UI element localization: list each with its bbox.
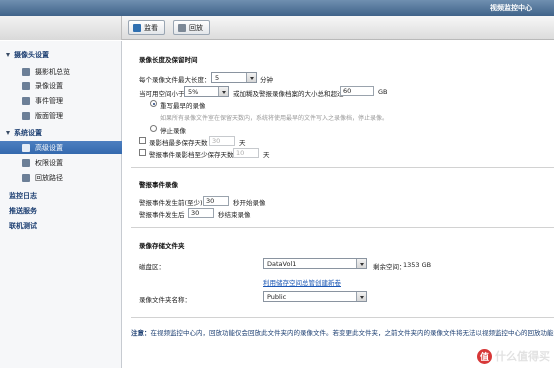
keep-days-label: 录影档最多保存天数 <box>149 139 208 147</box>
sidebar-item-label: 回放路径 <box>35 173 63 182</box>
wrench-icon <box>22 143 30 152</box>
site-watermark: 值 什么值得买 <box>477 348 550 364</box>
sidebar-item-label: 事件管理 <box>35 96 63 105</box>
disk-select[interactable]: DataVol1 <box>263 258 367 269</box>
sidebar-group-system[interactable]: 系统设置 <box>0 127 122 139</box>
note-body: 在视频监控中心内，回放功能仅会回放此文件夹内的录像文件。若变更此文件夹，之前文件… <box>150 329 554 337</box>
overwrite-radio[interactable] <box>150 100 157 107</box>
max-length-unit: 分钟 <box>260 76 273 84</box>
size-limit-input[interactable]: 60 <box>340 86 374 96</box>
note-text: 注意：在视频监控中心内，回放功能仅会回放此文件夹内的录像文件。若变更此文件夹，之… <box>131 327 554 337</box>
disk-value: DataVol1 <box>267 260 297 268</box>
alarm-days-unit: 天 <box>263 151 270 159</box>
chevron-down-icon <box>360 262 364 266</box>
keep-days-input[interactable]: 30 <box>209 136 235 146</box>
record-icon <box>22 81 30 90</box>
sidebar-item-record-settings[interactable]: 录像设置 <box>0 79 122 92</box>
stop-record-radio[interactable] <box>150 125 157 132</box>
monitor-icon <box>133 23 141 32</box>
free-space-label: 剩余空间： <box>373 263 406 271</box>
alarm-before-label: 警报事件发生前(至少) <box>139 199 203 207</box>
watermark-badge: 值 <box>477 348 492 364</box>
chevron-down-icon <box>360 295 364 299</box>
note-prefix: 注意： <box>131 329 151 337</box>
window-title: 视频监控中心 <box>490 4 532 12</box>
monitor-button[interactable]: 监看 <box>128 20 165 35</box>
playback-button-label: 回放 <box>189 23 203 32</box>
alarm-after-unit: 秒结束录像 <box>218 211 251 219</box>
alarm-after-input[interactable]: 30 <box>188 208 214 218</box>
space-prefix-label: 当可用空间小于 <box>139 90 185 98</box>
alarm-days-input[interactable]: 10 <box>233 148 259 158</box>
sidebar-group-label: 摄像头设置 <box>14 51 49 59</box>
alarm-days-label: 警报事件录影档至少保存天数 <box>149 151 234 159</box>
space-percent-value: 5% <box>188 88 199 96</box>
sidebar-item-label: 录像设置 <box>35 81 63 90</box>
toolbar: 监看 回放 <box>0 16 554 40</box>
size-unit: GB <box>378 88 388 96</box>
max-length-label: 每个录像文件最大长度： <box>139 76 211 84</box>
layout-icon <box>22 111 30 120</box>
space-percent-select[interactable]: 5% <box>184 86 229 97</box>
space-middle-label: 或加糊及警报录像档案的大小总和超过 <box>233 90 344 98</box>
sidebar-item-playback-path[interactable]: 回放路径 <box>0 171 122 184</box>
monitor-button-label: 监看 <box>144 23 158 32</box>
event-icon <box>22 96 30 105</box>
alarm-before-input[interactable]: 30 <box>203 196 229 206</box>
sidebar-item-permissions[interactable]: 权限设置 <box>0 156 122 169</box>
folder-select[interactable]: Public <box>263 291 367 302</box>
toolbar-left-fill <box>0 16 122 40</box>
record-section-title: 录像长度及保留时间 <box>139 56 198 64</box>
sidebar-item-event-management[interactable]: 事件管理 <box>0 94 122 107</box>
alarm-section-title: 警报事件录像 <box>139 181 178 189</box>
collapse-triangle-icon <box>6 53 10 57</box>
sidebar-group-label: 系统设置 <box>14 129 42 137</box>
create-volume-link[interactable]: 利用储存空间总管创建新卷 <box>263 277 341 287</box>
alarm-before-unit: 秒开始录像 <box>233 199 266 207</box>
sidebar: 摄像头设置 摄影机总览 录像设置 事件管理 版面管理 系统设置 高级设置 权限设… <box>0 41 122 368</box>
section-divider <box>131 317 554 318</box>
section-divider <box>131 227 554 228</box>
sidebar-item-camera-overview[interactable]: 摄影机总览 <box>0 65 122 78</box>
sidebar-item-label: 版面管理 <box>35 111 63 120</box>
chevron-down-icon <box>250 76 254 80</box>
stop-record-label: 停止录像 <box>160 127 186 135</box>
keep-days-unit: 天 <box>239 139 246 147</box>
collapse-triangle-icon <box>6 131 10 135</box>
window-titlebar: 视频监控中心 <box>0 0 554 16</box>
user-icon <box>22 158 30 167</box>
main-panel: 录像长度及保留时间 每个录像文件最大长度： 5 分钟 当可用空间小于 5% 或加… <box>123 41 554 368</box>
sidebar-item-advanced-settings[interactable]: 高级设置 <box>0 141 122 154</box>
chevron-down-icon <box>222 90 226 94</box>
sidebar-item-layout-management[interactable]: 版面管理 <box>0 109 122 122</box>
sidebar-item-label: 高级设置 <box>35 143 63 152</box>
max-length-value: 5 <box>215 74 220 82</box>
camera-icon <box>22 67 30 76</box>
sidebar-item-label: 摄影机总览 <box>35 67 70 76</box>
alarm-after-label: 警报事件发生后 <box>139 211 185 219</box>
overwrite-label: 重写最早的录像 <box>160 102 206 110</box>
max-length-select[interactable]: 5 <box>211 72 257 83</box>
sidebar-link-monitor-log[interactable]: 监控日志 <box>9 191 37 201</box>
sidebar-link-push-service[interactable]: 推送服务 <box>9 206 37 216</box>
playback-icon <box>178 23 186 32</box>
keep-days-checkbox[interactable] <box>139 137 146 144</box>
folder-name-label: 录像文件夹名称： <box>139 296 191 304</box>
playback-button[interactable]: 回放 <box>173 20 210 35</box>
sidebar-group-camera[interactable]: 摄像头设置 <box>0 49 122 61</box>
alarm-days-checkbox[interactable] <box>139 149 146 156</box>
section-divider <box>131 167 554 168</box>
folder-value: Public <box>267 293 287 301</box>
watermark-text: 什么值得买 <box>495 350 550 363</box>
disk-label: 磁盘区： <box>139 263 165 271</box>
sidebar-item-label: 权限设置 <box>35 158 63 167</box>
sidebar-link-connection-test[interactable]: 联机测试 <box>9 221 37 231</box>
folder-icon <box>22 173 30 182</box>
overwrite-hint: 如果所有录像文件室在保留天数内，系统将使用最早的文件写入之录像档，停止录像。 <box>160 115 389 122</box>
storage-section-title: 录像存储文件夹 <box>139 242 185 250</box>
free-space-value: 1353 GB <box>403 261 432 269</box>
